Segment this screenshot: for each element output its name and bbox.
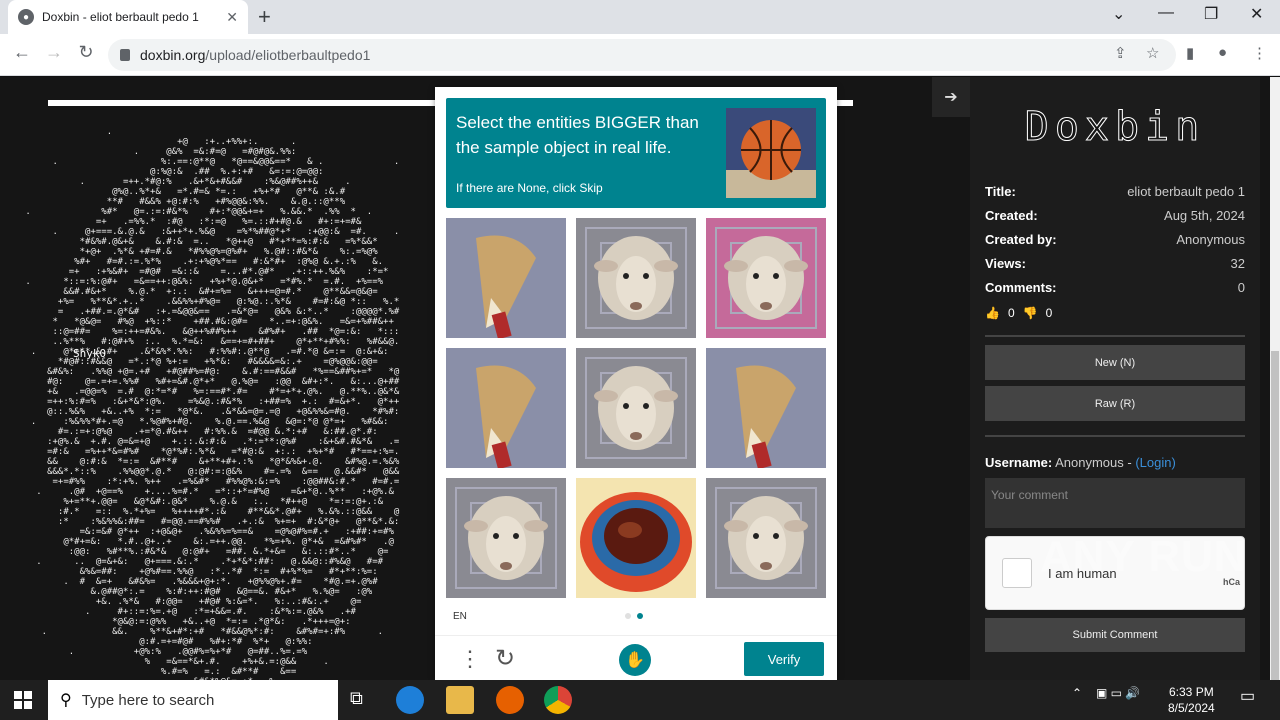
dislikes-count: 0: [1045, 306, 1053, 320]
scrollbar-thumb[interactable]: [1271, 351, 1279, 680]
doxbin-logo: Doxbin: [1024, 104, 1206, 151]
watermark: ANY RUN: [1040, 532, 1247, 581]
sidebar: Doxbin Title: eliot berbault pedo 1 Creat…: [970, 77, 1260, 680]
clock[interactable]: 6:33 PM 8/5/2024: [1168, 684, 1215, 716]
thumbs-up-icon[interactable]: 👍: [985, 306, 1000, 320]
captcha-image-brush[interactable]: [446, 348, 566, 468]
globe-icon: ●: [18, 9, 34, 25]
close-tab-icon[interactable]: ✕: [226, 9, 238, 26]
comment-input[interactable]: Your comment: [985, 478, 1245, 528]
captcha-menu-icon[interactable]: ⋮: [459, 646, 481, 672]
tab-strip: ● Doxbin - eliot berbault pedo 1 ✕ + ⌄ —…: [0, 0, 1280, 34]
captcha-image-coffee-cup[interactable]: [576, 478, 696, 598]
tab-title: Doxbin - eliot berbault pedo 1: [42, 10, 199, 24]
page-dot: [625, 613, 631, 619]
verify-button[interactable]: Verify: [744, 642, 824, 676]
username-row: Username: Anonymous - (Login): [985, 455, 1176, 470]
notifications-icon[interactable]: ▭: [1240, 686, 1255, 706]
back-icon[interactable]: ←: [10, 42, 34, 63]
page-indicator: [625, 613, 643, 619]
toggle-sidebar-arrow-icon[interactable]: ➔: [932, 77, 970, 117]
captcha-prompt: Select the entities BIGGER than the samp…: [456, 113, 699, 157]
likes-count: 0: [1007, 306, 1015, 320]
captcha-image-brush[interactable]: [446, 218, 566, 338]
page-scrollbar[interactable]: [1270, 77, 1280, 680]
chrome-icon[interactable]: [544, 686, 572, 714]
thumbs-down-icon[interactable]: 👎: [1023, 306, 1038, 320]
ascii-signature: Shyk0: [73, 347, 107, 360]
share-icon[interactable]: ⇪: [1114, 44, 1127, 62]
vote-row: 👍 0 👎 0: [985, 299, 1245, 327]
task-view-icon[interactable]: ⧉: [350, 688, 363, 709]
raw-button[interactable]: Raw (R): [985, 386, 1245, 421]
captcha-image-brush[interactable]: [706, 348, 826, 468]
restore-button[interactable]: ❐: [1204, 4, 1218, 24]
address-bar[interactable]: doxbin.org/upload/eliotberbaultpedo1: [108, 39, 1176, 71]
search-icon: ⚲: [60, 692, 72, 709]
meta-title-row: Title: eliot berbault pedo 1: [985, 183, 1245, 199]
taskbar: ⚲ Type here to search ⧉ ⌃ ▣ ▭ 🔊 6:33 PM 8…: [0, 680, 1280, 720]
submit-comment-button[interactable]: Submit Comment: [985, 618, 1245, 652]
captcha-header: Select the entities BIGGER than the samp…: [446, 98, 826, 208]
captcha-image-sheep[interactable]: [576, 218, 696, 338]
lock-icon: [120, 49, 130, 61]
profile-icon[interactable]: ●: [1218, 44, 1227, 61]
sample-image-basketball: [726, 108, 816, 198]
divider: [985, 335, 1245, 337]
page-dot-active: [637, 613, 643, 619]
new-tab-button[interactable]: +: [258, 4, 271, 30]
reload-icon[interactable]: ↻: [74, 42, 98, 63]
login-link[interactable]: (Login): [1135, 455, 1175, 470]
captcha-footer: ⋮ ↻ ✋ Verify: [435, 635, 837, 680]
close-window-button[interactable]: ✕: [1250, 4, 1263, 24]
bookmark-star-icon[interactable]: ☆: [1146, 44, 1159, 62]
url-text: doxbin.org/upload/eliotberbaultpedo1: [140, 47, 371, 63]
captcha-subprompt: If there are None, click Skip: [456, 181, 603, 195]
captcha-image-sheep[interactable]: [576, 348, 696, 468]
hcaptcha-logo-icon: ✋: [619, 644, 651, 676]
ascii-art: . +@ :+..+%%+:. . . @&% =&:#=@ =#@#@&.%%…: [25, 127, 400, 680]
forward-icon[interactable]: →: [42, 42, 66, 63]
taskbar-search[interactable]: ⚲ Type here to search: [48, 680, 338, 720]
captcha-image-sheep-pink[interactable]: [706, 218, 826, 338]
windows-start-icon[interactable]: [14, 691, 32, 709]
tray-icons[interactable]: ▣ ▭ 🔊: [1096, 686, 1140, 700]
edge-icon[interactable]: [396, 686, 424, 714]
meta-author-row: Created by: Anonymous: [985, 231, 1245, 247]
side-panel-icon[interactable]: ▮: [1186, 44, 1194, 62]
divider: [985, 435, 1245, 437]
captcha-image-sheep[interactable]: [446, 478, 566, 598]
paste-metadata: Title: eliot berbault pedo 1 Created: Aug …: [985, 179, 1245, 299]
minimize-button[interactable]: —: [1158, 4, 1174, 22]
hcaptcha-checkbox[interactable]: [1002, 558, 1032, 588]
refresh-icon[interactable]: ↻: [495, 644, 515, 673]
new-button[interactable]: New (N): [985, 345, 1245, 380]
captcha-challenge: Select the entities BIGGER than the samp…: [435, 87, 837, 680]
tray-chevron-icon[interactable]: ⌃: [1072, 686, 1082, 700]
browser-menu-icon[interactable]: ⋮: [1252, 44, 1267, 62]
captcha-image-sheep[interactable]: [706, 478, 826, 598]
meta-comments-row: Comments: 0: [985, 279, 1245, 295]
language-selector[interactable]: EN: [453, 611, 467, 622]
firefox-icon[interactable]: [496, 686, 524, 714]
browser-tab[interactable]: ● Doxbin - eliot berbault pedo 1 ✕: [8, 0, 248, 34]
meta-created-row: Created: Aug 5th, 2024: [985, 207, 1245, 223]
browser-toolbar: ← → ↻ doxbin.org/upload/eliotberbaultped…: [0, 34, 1280, 76]
meta-views-row: Views: 32: [985, 255, 1245, 271]
tab-search-icon[interactable]: ⌄: [1112, 4, 1125, 24]
file-explorer-icon[interactable]: [446, 686, 474, 714]
